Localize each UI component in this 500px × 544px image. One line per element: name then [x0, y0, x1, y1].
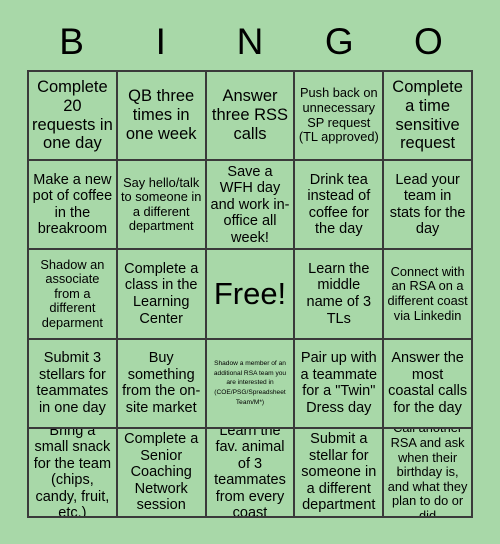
bingo-cell[interactable]: Learn the middle name of 3 TLs: [295, 250, 385, 340]
bingo-cell[interactable]: Save a WFH day and work in-office all we…: [206, 161, 296, 251]
bingo-cell-text: Answer three RSS calls: [211, 87, 289, 143]
bingo-cell-text: Learn the fav. animal of 3 teammates fro…: [214, 428, 286, 518]
bingo-cell-text: Learn the middle name of 3 TLs: [306, 260, 372, 327]
bingo-cell-text: Complete a class in the Learning Center: [124, 260, 199, 327]
bingo-cell[interactable]: Buy something from the on-site market: [117, 339, 207, 429]
bingo-cell-text: Save a WFH day and work in-office all we…: [210, 163, 290, 246]
header-letter-b: B: [59, 20, 84, 62]
bingo-cell[interactable]: Answer three RSS calls: [206, 72, 296, 162]
bingo-cell[interactable]: Complete a time sensitive request: [384, 72, 473, 162]
bingo-cell[interactable]: Submit 3 stellars for teammates in one d…: [29, 339, 118, 429]
bingo-cell[interactable]: Shadow an associate from a different dep…: [29, 250, 118, 340]
bingo-cell-text: QB three times in one week: [125, 87, 197, 143]
bingo-header: B I N G O: [27, 14, 473, 68]
bingo-cell-text: Free!: [213, 276, 287, 312]
bingo-cell[interactable]: Bring a small snack for the team (chips,…: [29, 428, 118, 518]
bingo-cell[interactable]: Submit a stellar for someone in a differ…: [295, 428, 385, 518]
bingo-cell[interactable]: Shadow a member of an additional RSA tea…: [206, 339, 296, 429]
bingo-cell[interactable]: Say hello/talk to someone in a different…: [117, 161, 207, 251]
bingo-cell[interactable]: Learn the fav. animal of 3 teammates fro…: [206, 428, 296, 518]
bingo-grid: Complete 20 requests in one day QB three …: [27, 70, 473, 518]
bingo-cell[interactable]: Pair up with a teammate for a "Twin" Dre…: [295, 339, 385, 429]
bingo-cell[interactable]: Connect with an RSA on a different coast…: [384, 250, 473, 340]
bingo-cell[interactable]: QB three times in one week: [117, 72, 207, 162]
bingo-cell[interactable]: Complete 20 requests in one day: [29, 72, 118, 162]
bingo-cell-text: Answer the most coastal calls for the da…: [388, 350, 468, 416]
bingo-cell-text: Complete 20 requests in one day: [32, 78, 113, 153]
bingo-cell[interactable]: Free!: [206, 250, 296, 340]
bingo-cell-text: Say hello/talk to someone in a different…: [121, 174, 202, 234]
bingo-cell[interactable]: Lead your team in stats for the day: [384, 161, 473, 251]
bingo-cell-text: Buy something from the on-site market: [122, 350, 201, 416]
bingo-cell[interactable]: Make a new pot of coffee in the breakroo…: [29, 161, 118, 251]
header-letter-n: N: [236, 20, 264, 62]
bingo-cell[interactable]: Complete a class in the Learning Center: [117, 250, 207, 340]
header-letter-o: O: [414, 20, 443, 62]
bingo-cell[interactable]: Drink tea instead of coffee for the day: [295, 161, 385, 251]
bingo-cell[interactable]: Complete a Senior Coaching Network sessi…: [117, 428, 207, 518]
bingo-cell-text: Lead your team in stats for the day: [389, 171, 466, 238]
bingo-cell-text: Make a new pot of coffee in the breakroo…: [32, 171, 113, 238]
bingo-cell-text: Submit 3 stellars for teammates in one d…: [36, 350, 109, 416]
bingo-cell-text: Connect with an RSA on a different coast…: [387, 263, 468, 323]
bingo-cell-text: Pair up with a teammate for a "Twin" Dre…: [300, 350, 378, 416]
header-letter-g: G: [324, 20, 354, 62]
bingo-cell-text: Complete a Senior Coaching Network sessi…: [124, 431, 199, 514]
bingo-cell[interactable]: Call another RSA and ask when their birt…: [384, 428, 473, 518]
header-letter-i: I: [155, 20, 166, 62]
bingo-cell[interactable]: Push back on unnecessary SP request (TL …: [295, 72, 385, 162]
bingo-cell-text: Shadow a member of an additional RSA tea…: [213, 360, 287, 406]
bingo-cell[interactable]: Answer the most coastal calls for the da…: [384, 339, 473, 429]
bingo-cell-text: Shadow an associate from a different dep…: [40, 256, 105, 330]
bingo-card: B I N G O Complete 20 requests in one da…: [0, 0, 500, 544]
bingo-cell-text: Submit a stellar for someone in a differ…: [301, 431, 377, 514]
bingo-cell-text: Call another RSA and ask when their birt…: [387, 429, 468, 518]
bingo-cell-text: Drink tea instead of coffee for the day: [307, 171, 371, 238]
bingo-cell-text: Push back on unnecessary SP request (TL …: [298, 85, 379, 145]
bingo-cell-text: Complete a time sensitive request: [392, 78, 463, 153]
bingo-cell-text: Bring a small snack for the team (chips,…: [33, 428, 112, 518]
